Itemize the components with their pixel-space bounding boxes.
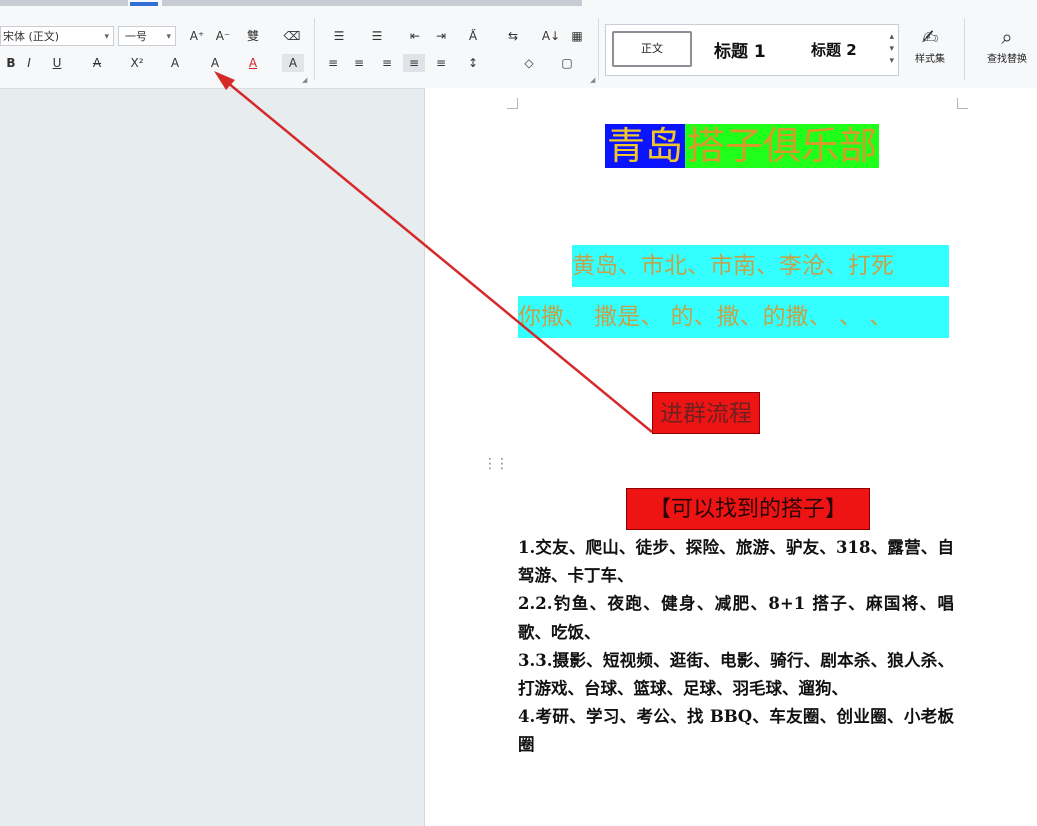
- search-icon: ⌕: [1001, 25, 1013, 49]
- style-heading2[interactable]: 标题 2: [811, 39, 857, 60]
- sort-button[interactable]: A↓: [540, 27, 562, 45]
- divider: [964, 18, 965, 80]
- document-page[interactable]: 青岛 搭子俱乐部 黄岛、市北、市南、李沧、打死 你撒、 撒是、 的、撒、的撒、 、…: [424, 88, 1037, 826]
- strikethrough-button[interactable]: A: [86, 54, 108, 72]
- tab-strip: [0, 0, 128, 6]
- list-item: 3.3.摄影、短视频、逛街、电影、骑行、剧本杀、狼人杀、打游戏、台球、篮球、足球…: [518, 650, 954, 699]
- list-item: 4.考研、学习、考公、找 BBQ、车友圈、创业圈、小老板圈: [518, 707, 954, 755]
- list-item: 2.2.钓鱼、夜跑、健身、减肥、8+1 搭子、麻国将、唱歌、吃饭、: [518, 594, 954, 642]
- style-heading1[interactable]: 标题 1: [714, 37, 766, 62]
- justify-button[interactable]: ≡: [403, 54, 425, 72]
- shrink-font-button[interactable]: A⁻: [212, 27, 234, 45]
- crop-mark: [507, 98, 518, 109]
- increase-indent-button[interactable]: ⇥: [430, 27, 452, 45]
- numbering-button[interactable]: ☰: [366, 27, 388, 45]
- text-direction-button[interactable]: ⇆: [502, 27, 524, 45]
- chevron-down-icon: ▾: [166, 32, 171, 42]
- tab-home-indicator[interactable]: [130, 2, 158, 6]
- font-color-button[interactable]: A: [242, 54, 264, 72]
- align-left-button[interactable]: ≡: [322, 54, 344, 72]
- font-dialog-launcher-icon[interactable]: ◢: [302, 76, 307, 84]
- underline-button[interactable]: U: [46, 54, 68, 72]
- line-spacing-button[interactable]: ↕: [462, 54, 484, 72]
- style-scroll-icon[interactable]: ▴ ▾ ▾: [889, 31, 894, 67]
- font-size-select[interactable]: 一号 ▾: [118, 26, 176, 46]
- find-replace-label: 查找替换: [987, 54, 1027, 65]
- style-set-label: 样式集: [915, 54, 945, 65]
- grow-font-button[interactable]: A⁺: [186, 27, 208, 45]
- find-replace-button[interactable]: ⌕ 查找替换: [978, 24, 1036, 65]
- distribute-button[interactable]: ≡: [430, 54, 452, 72]
- font-name-value: 宋体 (正文): [3, 30, 60, 43]
- style-normal[interactable]: 正文: [612, 31, 692, 67]
- font-size-value: 一号: [125, 30, 147, 43]
- chinese-layout-button[interactable]: A̋: [462, 27, 484, 45]
- body-list: 1.交友、爬山、徒步、探险、旅游、驴友、318、露营、自驾游、卡丁车、 2.2.…: [518, 534, 954, 760]
- title-part-green: 搭子俱乐部: [685, 124, 880, 168]
- divider: [598, 18, 599, 80]
- decrease-indent-button[interactable]: ⇤: [404, 27, 426, 45]
- style-set-icon: ✍: [921, 25, 939, 49]
- bullets-button[interactable]: ☰: [328, 27, 350, 45]
- style-gallery: 正文 标题 1 标题 2 ▴ ▾ ▾: [605, 24, 899, 76]
- ribbon-toolbar: 宋体 (正文) ▾ 一号 ▾ A⁺ A⁻ 雙 ⌫ B I U A X² A A …: [0, 0, 1037, 89]
- paragraph-dialog-launcher-icon[interactable]: ◢: [590, 76, 595, 84]
- italic-button[interactable]: I: [18, 54, 40, 72]
- tab-strip-rest: [162, 0, 582, 6]
- drag-handle-icon[interactable]: ⋮⋮: [483, 456, 509, 472]
- style-set-button[interactable]: ✍ 样式集: [906, 24, 954, 65]
- title-part-blue: 青岛: [605, 124, 686, 168]
- crop-mark: [957, 98, 968, 109]
- phonetic-guide-button[interactable]: 雙: [242, 27, 264, 45]
- divider: [314, 18, 315, 80]
- list-item: 1.交友、爬山、徒步、探险、旅游、驴友、318、露营、自驾游、卡丁车、: [518, 538, 954, 586]
- subheading: 【可以找到的搭子】: [626, 488, 870, 530]
- shading-button[interactable]: ◇: [518, 54, 540, 72]
- section-title: 进群流程: [652, 392, 760, 434]
- clear-format-button[interactable]: ⌫: [281, 27, 303, 45]
- align-right-button[interactable]: ≡: [376, 54, 398, 72]
- show-marks-button[interactable]: ▦: [566, 27, 588, 45]
- superscript-button[interactable]: X²: [126, 54, 148, 72]
- borders-button[interactable]: ▢: [556, 54, 578, 72]
- highlighted-line-2: 你撒、 撒是、 的、撒、的撒、 、 、: [518, 296, 949, 338]
- char-shading-button[interactable]: A: [282, 54, 304, 72]
- highlight-button[interactable]: A: [204, 54, 226, 72]
- text-effect-button[interactable]: A: [164, 54, 186, 72]
- align-center-button[interactable]: ≡: [348, 54, 370, 72]
- chevron-down-icon: ▾: [104, 32, 109, 42]
- document-title: 青岛 搭子俱乐部: [605, 116, 880, 176]
- highlighted-line-1: 黄岛、市北、市南、李沧、打死: [572, 245, 949, 287]
- font-name-select[interactable]: 宋体 (正文) ▾: [0, 26, 114, 46]
